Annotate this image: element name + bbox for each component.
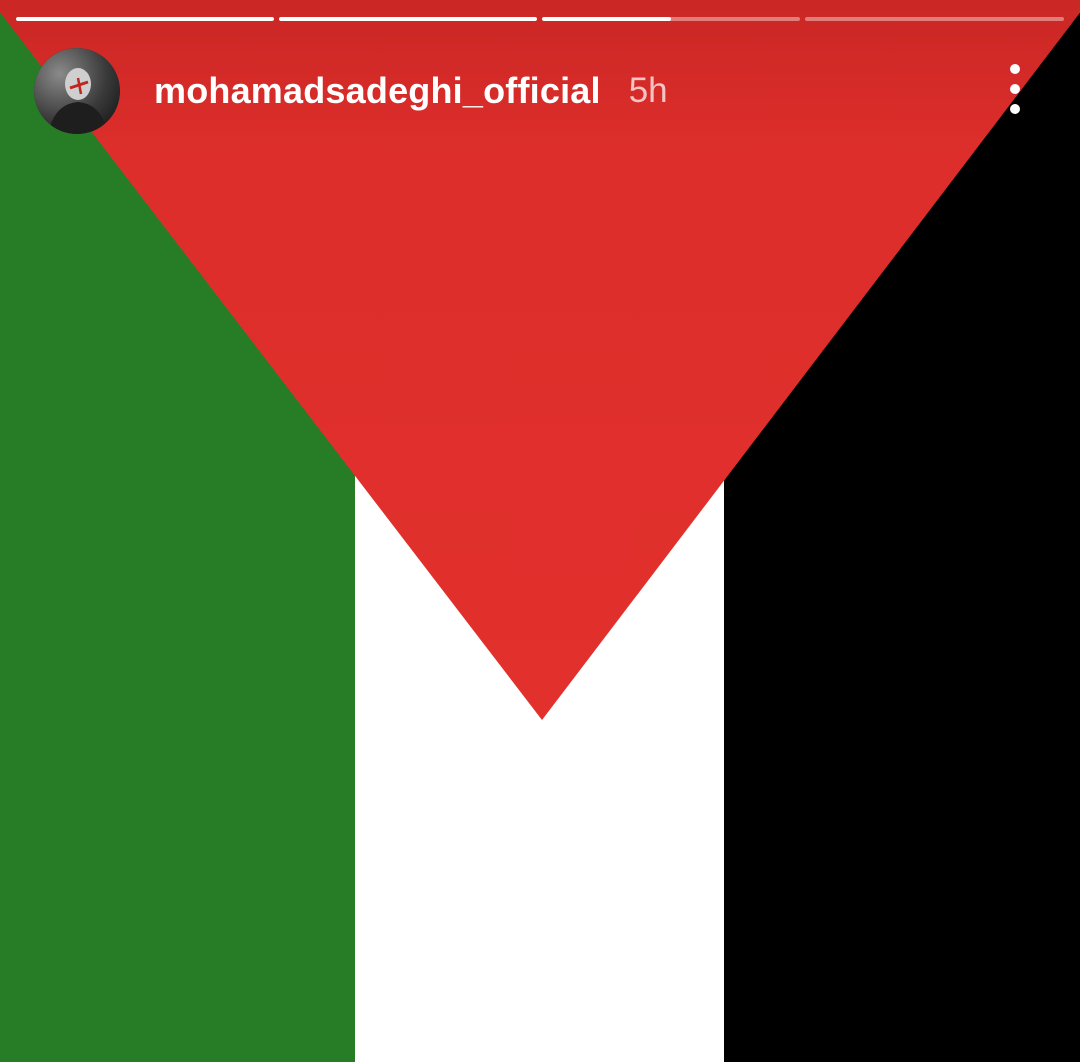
- progress-fill-2: [279, 17, 537, 21]
- avatar-image: [34, 48, 120, 134]
- story-image[interactable]: [0, 0, 1080, 1062]
- progress-segment-3: [542, 17, 800, 21]
- progress-fill-3: [542, 17, 671, 21]
- more-options-button[interactable]: [1000, 64, 1030, 114]
- progress-segment-4: [805, 17, 1064, 21]
- more-vertical-icon: [1010, 84, 1020, 94]
- progress-segment-2: [279, 17, 537, 21]
- avatar[interactable]: [34, 48, 120, 134]
- post-time: 5h: [628, 71, 668, 110]
- username[interactable]: mohamadsadeghi_official: [154, 70, 601, 112]
- story-header: mohamadsadeghi_official 5h: [34, 46, 1046, 136]
- story-progress-bars: [16, 17, 1064, 21]
- more-vertical-icon: [1010, 104, 1020, 114]
- progress-fill-1: [16, 17, 274, 21]
- progress-segment-1: [16, 17, 274, 21]
- more-vertical-icon: [1010, 64, 1020, 74]
